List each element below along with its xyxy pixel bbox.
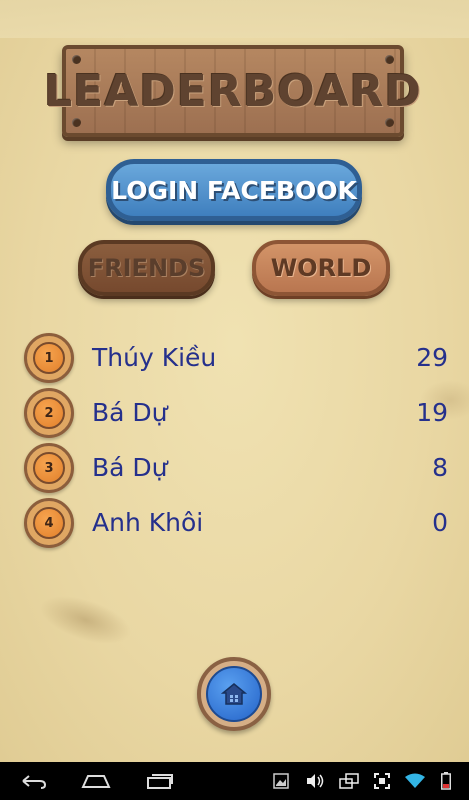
home-button[interactable] [197, 657, 271, 731]
back-icon[interactable] [14, 762, 54, 800]
world-tab[interactable]: WORLD [252, 240, 390, 296]
volume-icon [304, 762, 326, 800]
recent-apps-icon[interactable] [140, 762, 180, 800]
leaderboard-row: 1 Thúy Kiều 29 [24, 333, 448, 383]
leaderboard-row: 4 Anh Khôi 0 [24, 498, 448, 548]
friends-tab[interactable]: FRIENDS [78, 240, 215, 296]
player-name: Thúy Kiều [92, 343, 217, 372]
player-name: Bá Dự [92, 453, 168, 482]
rank-medal: 3 [24, 443, 74, 493]
leaderboard-sign: LEADERBOARD [44, 45, 422, 137]
rank-number: 4 [33, 507, 65, 539]
rank-number: 3 [33, 452, 65, 484]
login-facebook-button[interactable]: LOGIN FACEBOOK [106, 159, 362, 221]
rank-number: 1 [33, 342, 65, 374]
battery-icon [436, 762, 456, 800]
player-name: Bá Dự [92, 398, 168, 427]
player-score: 19 [416, 398, 448, 427]
home-button-face[interactable] [206, 666, 262, 722]
rank-number: 2 [33, 397, 65, 429]
leaderboard-row: 3 Bá Dự 8 [24, 443, 448, 493]
player-score: 29 [416, 343, 448, 372]
player-score: 0 [432, 508, 448, 537]
rank-medal: 4 [24, 498, 74, 548]
wifi-icon [404, 762, 426, 800]
rank-medal: 2 [24, 388, 74, 438]
top-strip [0, 0, 469, 38]
screenshot-icon [270, 762, 292, 800]
page-title: LEADERBOARD [44, 65, 422, 117]
system-nav-bar [0, 762, 469, 800]
home-icon [221, 683, 247, 705]
leaderboard-row: 2 Bá Dự 19 [24, 388, 448, 438]
player-score: 8 [432, 453, 448, 482]
rotate-icon [338, 762, 360, 800]
fullscreen-icon [371, 762, 393, 800]
rank-medal: 1 [24, 333, 74, 383]
home-icon[interactable] [76, 762, 116, 800]
player-name: Anh Khôi [92, 508, 204, 537]
